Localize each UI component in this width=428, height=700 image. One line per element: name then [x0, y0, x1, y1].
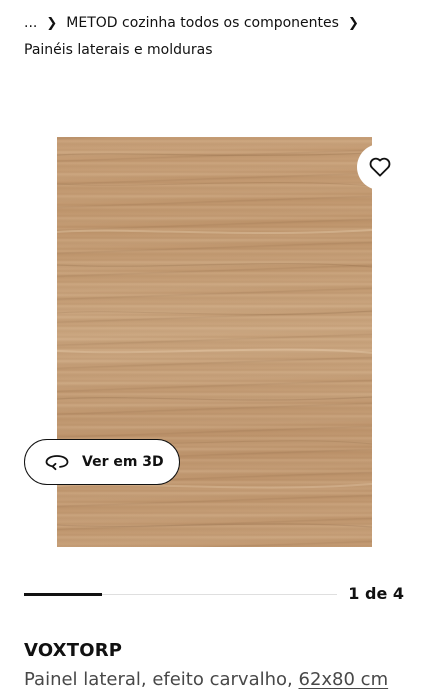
- product-name: VOXTORP: [24, 640, 123, 661]
- breadcrumb-ellipsis[interactable]: ...: [24, 15, 37, 31]
- breadcrumb-item-metod[interactable]: METOD cozinha todos os componentes: [66, 15, 339, 31]
- gallery-progress-fill: [24, 593, 103, 596]
- breadcrumb: ... ❯ METOD cozinha todos os componentes ❯ P…: [24, 10, 408, 63]
- wood-grain-texture: [57, 152, 372, 528]
- product-image[interactable]: [57, 137, 372, 547]
- view-3d-label: Ver em 3D: [82, 454, 164, 470]
- heart-icon: [369, 157, 391, 177]
- product-description: Painel lateral, efeito carvalho, 62x80 c…: [24, 669, 388, 690]
- favourite-button[interactable]: [357, 144, 403, 190]
- product-size-link[interactable]: 62x80 cm: [299, 669, 389, 690]
- image-counter: 1 de 4: [348, 584, 404, 603]
- breadcrumb-item-side-panels[interactable]: Painéis laterais e molduras: [24, 42, 213, 58]
- chevron-right-icon: ❯: [46, 16, 58, 31]
- view-3d-button[interactable]: Ver em 3D: [24, 439, 180, 485]
- gallery-progress[interactable]: [24, 593, 337, 596]
- rotate-3d-icon: [45, 453, 69, 471]
- chevron-right-icon: ❯: [347, 16, 359, 31]
- product-description-text: Painel lateral, efeito carvalho,: [24, 669, 293, 690]
